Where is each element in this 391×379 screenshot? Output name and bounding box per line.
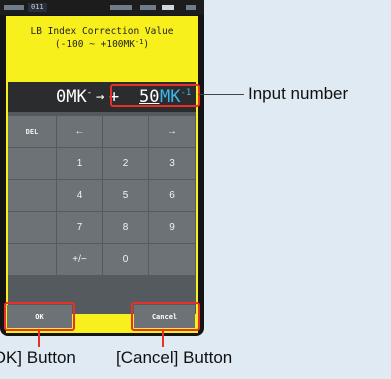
cancel-button-callout: [Cancel] Button [116, 348, 233, 367]
numeric-keypad: DEL ← → 1 2 3 4 5 6 7 8 9 +/− 0 [8, 116, 196, 275]
plus-minus-key[interactable]: +/− [57, 244, 102, 275]
key-4[interactable]: 4 [57, 180, 102, 211]
battery-icon [4, 5, 24, 10]
cancel-button-highlight [131, 302, 200, 331]
key-5[interactable]: 5 [103, 180, 148, 211]
ok-button-leader [38, 331, 40, 347]
blank-key [8, 244, 56, 275]
key-3[interactable]: 3 [149, 148, 195, 179]
ok-button-callout: [OK] Button [0, 348, 76, 367]
title-line-2: (-100 ~ +100MK-1) [54, 38, 150, 50]
cancel-button-leader [162, 331, 164, 347]
del-key[interactable]: DEL [8, 116, 56, 147]
input-number-leader [198, 94, 244, 95]
key-0[interactable]: 0 [103, 244, 148, 275]
blank-key [8, 148, 56, 179]
blank-key [8, 212, 56, 243]
ok-button-highlight [4, 302, 75, 331]
input-number-callout: Input number [248, 84, 349, 103]
key-9[interactable]: 9 [149, 212, 195, 243]
arrow-icon: → [96, 89, 105, 105]
device-frame: 011 LB Index Correction Value (-100 ~ +1… [0, 0, 204, 336]
blank-key [149, 244, 195, 275]
status-icon [186, 5, 196, 10]
blank-key [103, 116, 148, 147]
lb-correction-screen: LB Index Correction Value (-100 ~ +100MK… [6, 16, 198, 333]
status-bar: 011 [0, 0, 204, 15]
status-indicator: 011 [28, 3, 47, 12]
blank-key [8, 180, 56, 211]
status-icon [110, 5, 132, 10]
title-line-1: LB Index Correction Value [30, 26, 174, 37]
input-panel: 0MK-1 → + 50 MK-1 DEL ← → 1 2 3 4 5 6 [8, 82, 196, 314]
key-2[interactable]: 2 [103, 148, 148, 179]
key-1[interactable]: 1 [57, 148, 102, 179]
status-icon [140, 5, 156, 10]
screen-title: LB Index Correction Value (-100 ~ +100MK… [6, 26, 198, 50]
cursor-left-key[interactable]: ← [57, 116, 102, 147]
input-number-highlight [110, 84, 200, 107]
cursor-right-key[interactable]: → [149, 116, 195, 147]
status-icon [162, 5, 174, 10]
key-6[interactable]: 6 [149, 180, 195, 211]
key-8[interactable]: 8 [103, 212, 148, 243]
key-7[interactable]: 7 [57, 212, 102, 243]
